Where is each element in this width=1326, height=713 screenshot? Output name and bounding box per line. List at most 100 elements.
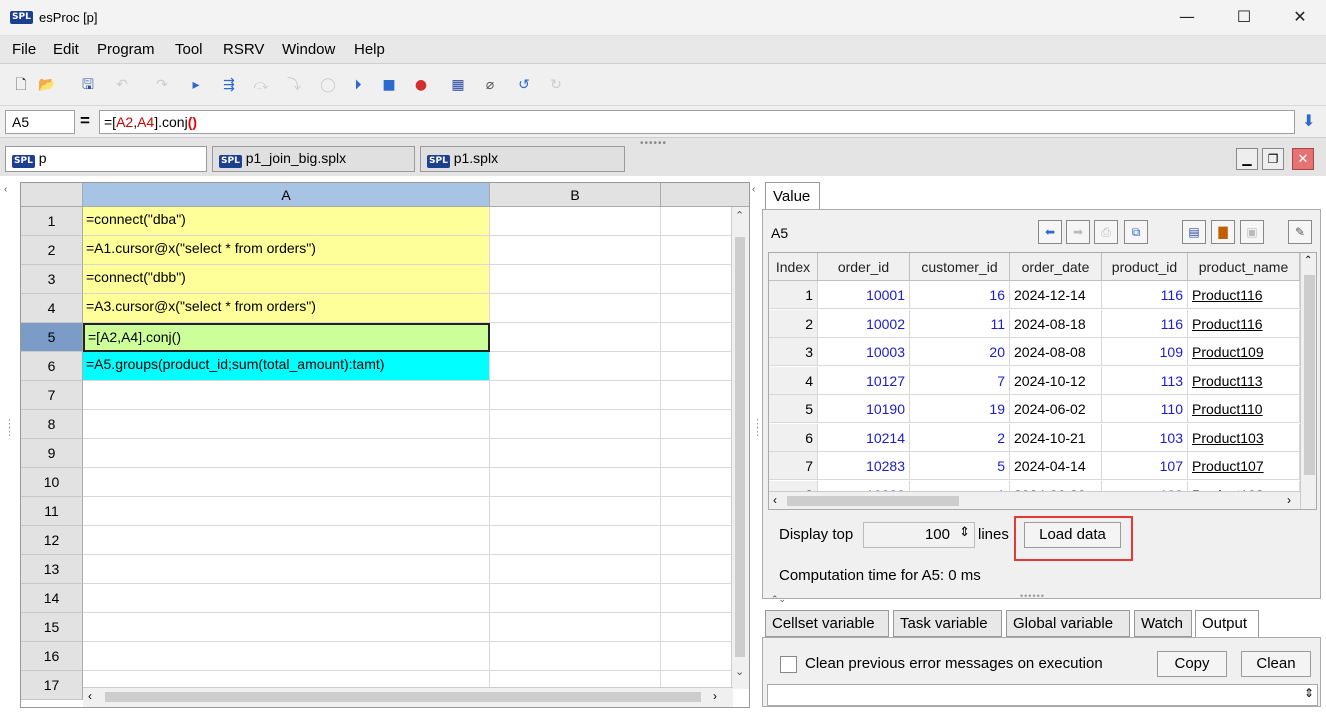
column-header-a[interactable]: A — [83, 183, 490, 207]
copy-value-icon[interactable]: ⧉ — [1124, 220, 1148, 244]
collapse-left-icon[interactable]: ‹ — [4, 184, 7, 195]
tab-value[interactable]: Value — [765, 182, 820, 210]
minimize-doc-icon[interactable]: ▁ — [1236, 148, 1258, 170]
cell-b[interactable] — [490, 207, 661, 236]
tab-output[interactable]: Output — [1195, 610, 1259, 637]
tab-task-variable[interactable]: Task variable — [893, 610, 1002, 637]
cell-c[interactable] — [661, 555, 733, 584]
menu-program[interactable]: Program — [97, 41, 155, 58]
tab-watch[interactable]: Watch — [1134, 610, 1192, 637]
cell-a[interactable] — [83, 642, 490, 671]
cell-b[interactable] — [490, 526, 661, 555]
open-folder-icon[interactable]: 📂 — [37, 75, 57, 95]
run-to-cursor-icon[interactable]: ▸ — [186, 75, 206, 95]
table-view-icon[interactable]: ▤ — [1182, 220, 1206, 244]
cell-a[interactable]: =A3.cursor@x("select * from orders") — [83, 294, 490, 323]
column-header[interactable]: customer_id — [910, 253, 1010, 281]
reset-icon[interactable]: ↺ — [514, 75, 534, 95]
column-header-b[interactable]: B — [490, 183, 661, 207]
cell-b[interactable] — [490, 410, 661, 439]
cell-b[interactable] — [490, 584, 661, 613]
table-cell[interactable]: Product109 — [1188, 338, 1300, 366]
cell-c[interactable] — [661, 352, 733, 381]
row-header[interactable]: 14 — [21, 584, 83, 613]
calculator-icon[interactable]: ▦ — [448, 75, 468, 95]
value-scroll-right-icon[interactable]: › — [1287, 493, 1291, 507]
tab-p1-join-big[interactable]: SPL p1_join_big.splx — [212, 146, 415, 172]
cell-b[interactable] — [490, 323, 661, 352]
row-header[interactable]: 15 — [21, 613, 83, 642]
clean-button[interactable]: Clean — [1241, 651, 1311, 677]
cell-c[interactable] — [661, 323, 733, 352]
row-header[interactable]: 5 — [21, 323, 83, 352]
cell-b[interactable] — [490, 236, 661, 265]
cell-b[interactable] — [490, 439, 661, 468]
value-hscroll-thumb[interactable] — [787, 496, 959, 506]
table-cell[interactable]: Product116 — [1188, 309, 1300, 338]
vertical-grip[interactable]: ⋮ ⋮ — [4, 419, 15, 438]
row-header[interactable]: 17 — [21, 671, 83, 700]
back-icon[interactable]: ⬅ — [1038, 220, 1062, 244]
minimize-button[interactable]: — — [1164, 0, 1210, 36]
output-spinner-icon[interactable]: ⇕ — [1304, 686, 1314, 700]
column-header-c[interactable] — [661, 183, 749, 207]
cell-c[interactable] — [661, 468, 733, 497]
table-cell[interactable]: Product107 — [1188, 452, 1300, 480]
collapse-right-icon[interactable]: ‹ — [752, 184, 755, 195]
row-header[interactable]: 10 — [21, 468, 83, 497]
cell-a[interactable] — [83, 526, 490, 555]
cell-a[interactable] — [83, 613, 490, 642]
scroll-left-icon[interactable]: ‹ — [88, 689, 92, 703]
cell-c[interactable] — [661, 642, 733, 671]
scroll-right-icon[interactable]: › — [713, 689, 717, 703]
tab-p[interactable]: SPL p — [5, 146, 207, 172]
grid-vertical-scrollbar[interactable]: ⌃ ⌄ — [731, 207, 749, 689]
close-doc-icon[interactable]: ✕ — [1292, 148, 1314, 170]
value-scroll-up-icon[interactable]: ⌃ — [1304, 255, 1312, 266]
table-cell[interactable]: Product110 — [1188, 395, 1300, 423]
menu-edit[interactable]: Edit — [53, 41, 79, 58]
execute-icon[interactable]: ⏵ — [348, 75, 368, 95]
splitter-grip[interactable]: •••••• — [640, 138, 667, 149]
menu-rsrv[interactable]: RSRV — [223, 41, 264, 58]
output-text-area[interactable]: ⇕ — [767, 684, 1318, 706]
row-header[interactable]: 7 — [21, 381, 83, 410]
tab-p1[interactable]: SPL p1.splx — [420, 146, 625, 172]
pin-icon[interactable]: ✎ — [1288, 220, 1312, 244]
close-button[interactable]: ✕ — [1277, 0, 1323, 36]
chart-icon[interactable]: ▇ — [1211, 220, 1235, 244]
table-cell[interactable]: Product103 — [1188, 423, 1300, 452]
menu-window[interactable]: Window — [282, 41, 335, 58]
cell-c[interactable] — [661, 613, 733, 642]
breakpoint-icon[interactable]: ● — [411, 75, 431, 95]
cell-a[interactable]: =A5.groups(product_id;sum(total_amount):… — [83, 352, 490, 381]
save-icon[interactable]: 🖫 — [78, 75, 98, 95]
column-header[interactable]: order_id — [818, 253, 910, 281]
row-header[interactable]: 12 — [21, 526, 83, 555]
value-scroll-left-icon[interactable]: ‹ — [773, 493, 777, 507]
cell-a[interactable]: =connect("dbb") — [83, 265, 490, 294]
cell-a[interactable] — [83, 584, 490, 613]
cell-a[interactable]: =[A2,A4].conj() — [83, 323, 490, 352]
cell-c[interactable] — [661, 236, 733, 265]
cell-a[interactable] — [83, 439, 490, 468]
row-header[interactable]: 8 — [21, 410, 83, 439]
table-cell[interactable]: Product116 — [1188, 281, 1300, 309]
cell-reference-field[interactable]: A5 — [5, 110, 75, 134]
hscroll-thumb[interactable] — [105, 692, 701, 702]
value-horizontal-scrollbar[interactable]: ‹ › — [769, 491, 1300, 509]
cell-c[interactable] — [661, 265, 733, 294]
menu-tool[interactable]: Tool — [175, 41, 203, 58]
column-header[interactable]: Index — [769, 253, 818, 281]
cell-b[interactable] — [490, 265, 661, 294]
clean-errors-checkbox[interactable] — [780, 656, 797, 673]
grid-horizontal-scrollbar[interactable]: ‹ › — [83, 687, 733, 707]
cell-c[interactable] — [661, 584, 733, 613]
table-cell[interactable]: Product113 — [1188, 366, 1300, 395]
row-header[interactable]: 3 — [21, 265, 83, 294]
row-header[interactable]: 6 — [21, 352, 83, 381]
column-header[interactable]: product_name — [1188, 253, 1300, 281]
stop-icon[interactable]: ■ — [379, 75, 399, 95]
scroll-down-icon[interactable]: ⌄ — [735, 665, 744, 678]
step-icon[interactable]: ⇶ — [219, 75, 239, 95]
